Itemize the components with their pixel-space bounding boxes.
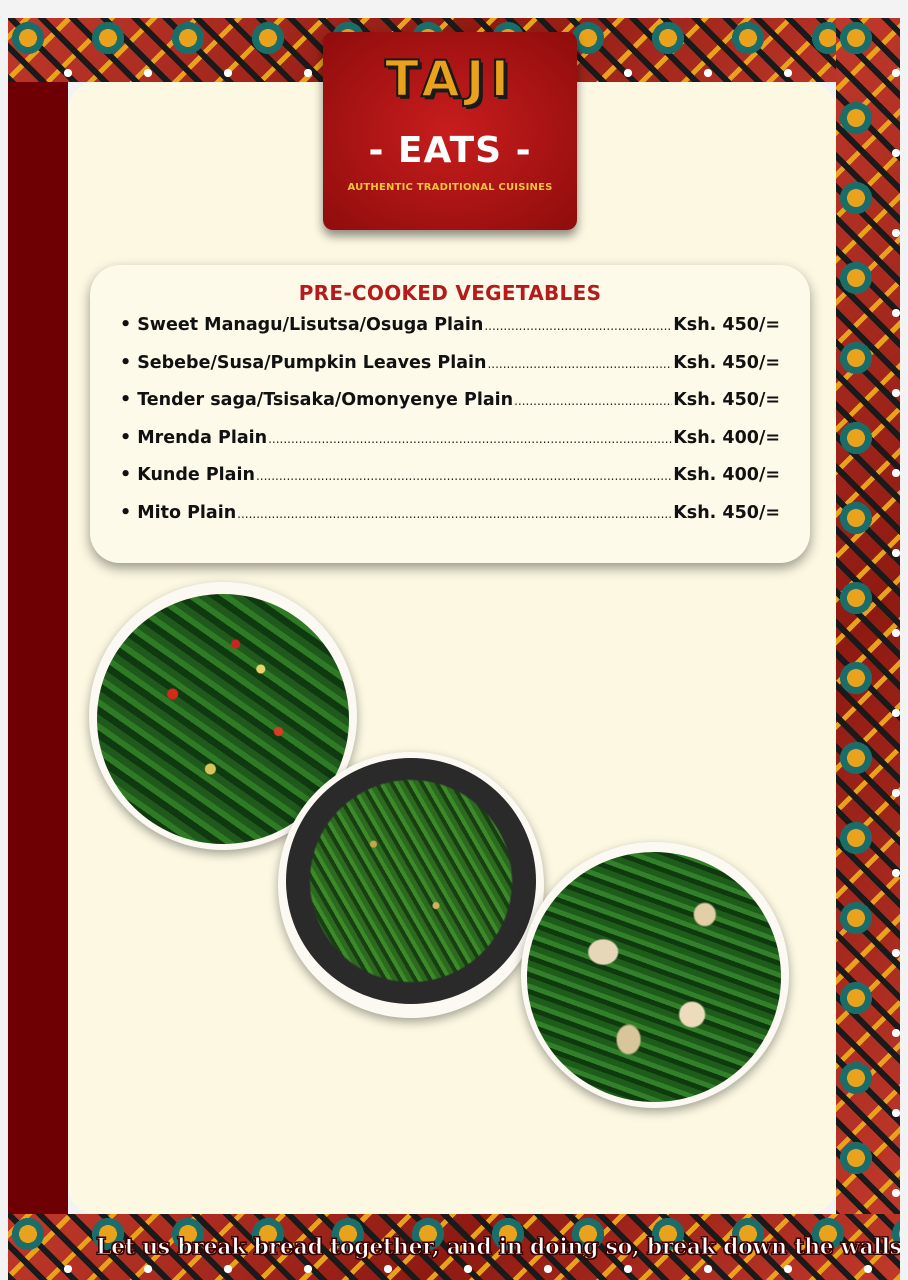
chopped-greens-in-pan [286,758,536,1004]
menu-item: • Sweet Managu/Lisutsa/Osuga Plain .....… [120,315,780,353]
brand-name: TAJI [384,49,516,109]
bullet-icon: • [120,315,132,335]
menu-item-name: Sebebe/Susa/Pumpkin Leaves Plain [137,352,487,373]
menu-item-price: Ksh. 450/= [673,315,780,335]
menu-item-price: Ksh. 450/= [673,502,780,523]
menu-item-name: Mito Plain [137,502,237,523]
menu-item-name: Tender saga/Tsisaka/Omonyenye Plain [137,390,514,411]
menu-item-name: Mrenda Plain [137,427,268,448]
menu-item-price: Ksh. 400/= [673,465,780,486]
dot-leader: ........................................… [255,469,673,484]
dot-leader: ........................................… [237,506,673,521]
vegetable-dish-photo-3 [521,842,789,1108]
tribal-pattern-right [836,18,900,1218]
dot-leader: ........................................… [487,356,672,371]
left-maroon-band [8,82,68,1214]
dot-leader: ........................................… [484,319,672,333]
menu-item-price: Ksh. 450/= [673,352,780,373]
brand-subname: - EATS - [368,130,532,171]
greens-with-onions [527,852,781,1102]
bullet-icon: • [120,465,132,486]
vegetable-dish-photo-2 [278,752,544,1018]
menu-item-name: Kunde Plain [137,465,255,486]
menu-item-price: Ksh. 400/= [673,427,780,448]
menu-item: • Mito Plain ...........................… [120,503,780,541]
menu-item-price: Ksh. 450/= [673,390,780,411]
bullet-icon: • [120,502,132,523]
menu-item: • Sebebe/Susa/Pumpkin Leaves Plain .....… [120,353,780,391]
bullet-icon: • [120,390,132,411]
brand-logo: TAJI - EATS - AUTHENTIC TRADITIONAL CUIS… [323,32,577,230]
menu-item-name: Sweet Managu/Lisutsa/Osuga Plain [137,315,484,335]
dot-leader: ........................................… [268,431,673,446]
bullet-icon: • [120,427,132,448]
menu-card: PRE-COOKED VEGETABLES • Sweet Managu/Lis… [90,265,810,563]
menu-item: • Kunde Plain ..........................… [120,465,780,503]
menu-heading: PRE-COOKED VEGETABLES [298,281,602,305]
brand-tagline: AUTHENTIC TRADITIONAL CUISINES [347,182,553,193]
dot-leader: ........................................… [514,394,672,409]
menu-item: • Tender saga/Tsisaka/Omonyenye Plain ..… [120,390,780,428]
menu-list: • Sweet Managu/Lisutsa/Osuga Plain .....… [120,315,780,541]
footer-slogan: Let us break bread together, and in doin… [96,1234,900,1260]
menu-item: • Mrenda Plain .........................… [120,428,780,466]
bullet-icon: • [120,352,132,373]
